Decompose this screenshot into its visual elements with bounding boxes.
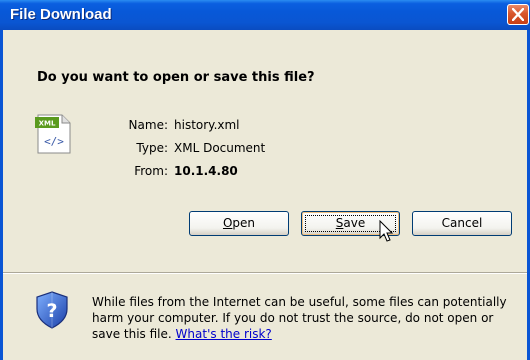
cancel-button[interactable]: Cancel: [412, 211, 512, 236]
mouse-pointer-icon: [379, 220, 394, 242]
separator-highlight: [3, 273, 527, 274]
warning-text: While files from the Internet can be use…: [92, 295, 507, 341]
dialog-question: Do you want to open or save this file?: [37, 70, 315, 85]
window-frame-left: [0, 30, 3, 360]
open-button-label: pen: [232, 216, 256, 230]
name-label: Name:: [128, 118, 168, 132]
close-button[interactable]: [507, 4, 529, 25]
window-title: File Download: [10, 6, 112, 23]
type-value: XML Document: [174, 141, 266, 155]
xml-badge-label: XML: [39, 120, 56, 128]
title-bar[interactable]: File Download: [0, 0, 530, 30]
svg-text:</>: </>: [44, 135, 64, 148]
cancel-button-label: Cancel: [441, 216, 483, 230]
open-button[interactable]: Open: [189, 211, 289, 236]
from-value: 10.1.4.80: [174, 164, 238, 178]
name-value: history.xml: [174, 118, 240, 132]
from-label: From:: [134, 164, 168, 178]
security-shield-icon: ?: [36, 291, 68, 329]
whats-the-risk-link[interactable]: What's the risk?: [176, 327, 272, 341]
type-label: Type:: [136, 141, 168, 155]
close-icon: [512, 8, 524, 21]
xml-file-icon: XML </>: [35, 114, 71, 154]
open-button-mnemonic: O: [222, 216, 233, 230]
security-warning: While files from the Internet can be use…: [92, 294, 517, 342]
svg-text:?: ?: [46, 300, 57, 322]
